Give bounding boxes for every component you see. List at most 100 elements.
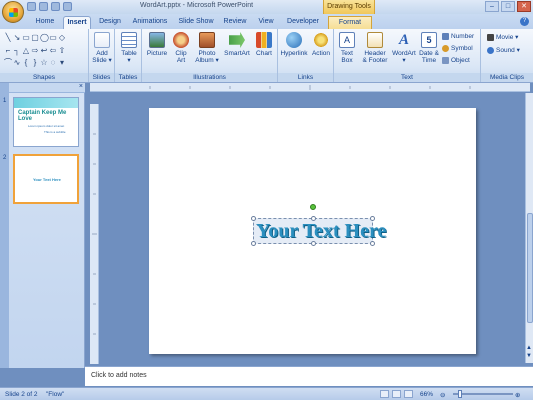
star-shape-icon[interactable]: ☆	[40, 58, 48, 69]
wordart-textbox[interactable]: Your Text Here	[251, 216, 386, 246]
vertical-ruler	[90, 104, 99, 364]
curve-arrow-shape-icon[interactable]: ↩	[40, 46, 48, 57]
thumb1-subtitle-1: Lorem ipsum dolor sit amet	[28, 124, 65, 128]
quick-access-toolbar	[27, 2, 72, 12]
slide-thumbnail-1[interactable]: Captain Keep Me Love Lorem ipsum dolor s…	[13, 97, 79, 147]
chart-label: Chart	[256, 50, 272, 57]
zoom-slider[interactable]	[453, 393, 513, 395]
rectangle-shape-icon[interactable]: ▭	[22, 33, 30, 44]
prev-slide-icon[interactable]: ▲	[526, 345, 532, 351]
rounded-rect-shape-icon[interactable]: ▢	[31, 33, 39, 44]
help-icon[interactable]: ?	[520, 17, 529, 26]
tab-developer[interactable]: Developer	[282, 16, 324, 29]
freeform-shape-icon[interactable]: ∿	[13, 58, 21, 69]
slide-sorter-view-icon[interactable]	[392, 390, 401, 398]
symbol-button[interactable]: Symbol	[442, 44, 473, 53]
object-button[interactable]: Object	[442, 56, 470, 65]
elbow-shape-icon[interactable]: ┐	[13, 46, 21, 57]
undo-icon[interactable]	[39, 2, 48, 11]
symbol-omega-icon	[442, 45, 449, 52]
new-slide-button[interactable]: Add Slide ▾	[91, 32, 113, 64]
date-time-button[interactable]: 5 Date & Time	[418, 32, 440, 64]
line-shape-icon[interactable]: ╲	[4, 33, 12, 44]
smartart-label: SmartArt	[224, 50, 250, 57]
callout-shape-icon[interactable]: ◌	[49, 58, 57, 69]
maximize-button[interactable]: □	[501, 1, 515, 12]
zoom-out-icon[interactable]: ⊖	[440, 391, 445, 399]
resize-handle-ne[interactable]	[370, 216, 375, 221]
slide-number-2: 2	[3, 155, 7, 161]
wordart-button[interactable]: A WordArt ▾	[391, 32, 417, 64]
smartart-button[interactable]: SmartArt	[223, 32, 251, 57]
thumb1-subtitle-2: This is a subtitle	[44, 130, 66, 134]
picture-button[interactable]: Picture	[145, 32, 169, 57]
block-arrow-shape-icon[interactable]: ⇨	[31, 46, 39, 57]
resize-handle-nw[interactable]	[251, 216, 256, 221]
tab-view[interactable]: View	[254, 16, 278, 29]
slideshow-view-icon[interactable]	[404, 390, 413, 398]
save-icon[interactable]	[27, 2, 36, 11]
brace-shape-icon[interactable]: {	[22, 58, 30, 69]
notes-placeholder[interactable]: Click to add notes	[91, 372, 147, 379]
slide-thumbnail-2[interactable]: Your Text Here	[13, 154, 79, 204]
new-slide-label-1: Add	[96, 50, 108, 57]
tab-insert[interactable]: Insert	[63, 16, 91, 29]
slide-number-label: Number	[451, 33, 475, 40]
clip-art-icon	[173, 32, 189, 48]
hyperlink-button[interactable]: Hyperlink	[280, 32, 308, 57]
normal-view-icon[interactable]	[380, 390, 389, 398]
clip-art-label-2: Art	[176, 57, 186, 64]
redo-icon[interactable]	[51, 2, 60, 11]
chart-button[interactable]: Chart	[253, 32, 275, 57]
arrow-shape-icon[interactable]: ↘	[13, 33, 21, 44]
triangle-shape-icon[interactable]: △	[22, 46, 30, 57]
photo-album-button[interactable]: Photo Album ▾	[194, 32, 220, 64]
header-footer-button[interactable]: Header & Footer	[360, 32, 390, 64]
close-panel-icon[interactable]: ×	[79, 83, 83, 90]
tab-review[interactable]: Review	[220, 16, 250, 29]
diamond-shape-icon[interactable]: ◇	[58, 33, 66, 44]
tab-home[interactable]: Home	[30, 16, 60, 29]
zoom-slider-knob[interactable]	[458, 390, 462, 398]
wordart-text[interactable]: Your Text Here	[256, 220, 386, 242]
vertical-scrollbar[interactable]: ▼ ▲	[525, 93, 533, 363]
scrollbar-thumb[interactable]	[527, 213, 533, 323]
next-slide-icon[interactable]: ▼	[526, 353, 532, 359]
brace-close-shape-icon[interactable]: }	[31, 58, 39, 69]
movie-button[interactable]: Movie ▾	[487, 33, 518, 42]
tab-design[interactable]: Design	[95, 16, 125, 29]
resize-handle-n[interactable]	[311, 216, 316, 221]
table-button[interactable]: Table ▾	[118, 32, 140, 64]
title-bar	[0, 0, 533, 14]
tab-format[interactable]: Format	[328, 16, 372, 29]
minimize-button[interactable]: –	[485, 1, 499, 12]
text-box-button[interactable]: A Text Box	[336, 32, 358, 64]
sound-button[interactable]: Sound ▾	[487, 46, 520, 55]
shapes-gallery[interactable]: ╲ ↘ ▭ ▢ ◯ ▭ ◇ ⌐ ┐ △ ⇨ ↩ ⇦ ⇧ ⌒ ∿ { } ☆ ◌ …	[4, 33, 66, 69]
rect-alt-shape-icon[interactable]: ▭	[49, 33, 57, 44]
resize-handle-s[interactable]	[311, 241, 316, 246]
rotate-handle[interactable]	[310, 204, 316, 210]
notes-pane[interactable]: Click to add notes	[85, 366, 533, 386]
resize-handle-sw[interactable]	[251, 241, 256, 246]
close-button[interactable]: ✕	[517, 1, 531, 12]
connector-shape-icon[interactable]: ⌐	[4, 46, 12, 57]
resize-handle-se[interactable]	[370, 241, 375, 246]
zoom-in-icon[interactable]: ⊕	[515, 391, 520, 399]
clip-art-button[interactable]: Clip Art	[171, 32, 191, 64]
oval-shape-icon[interactable]: ◯	[40, 33, 49, 44]
arrow-up-shape-icon[interactable]: ⇧	[58, 46, 66, 57]
slide-number-button[interactable]: Number	[442, 32, 474, 41]
more-shapes-icon[interactable]: ▾	[58, 58, 66, 69]
customize-qat-icon[interactable]	[63, 2, 72, 11]
tab-slide-show[interactable]: Slide Show	[175, 16, 217, 29]
action-button[interactable]: Action	[310, 32, 332, 57]
curve-shape-icon[interactable]: ⌒	[4, 58, 12, 69]
picture-label: Picture	[146, 50, 168, 57]
zoom-level[interactable]: 66%	[420, 391, 433, 398]
group-label-illustrations: Illustrations	[142, 73, 277, 82]
office-button[interactable]	[2, 1, 24, 23]
photo-album-icon	[199, 32, 215, 48]
tab-animations[interactable]: Animations	[128, 16, 172, 29]
arrow-left-shape-icon[interactable]: ⇦	[49, 46, 57, 57]
